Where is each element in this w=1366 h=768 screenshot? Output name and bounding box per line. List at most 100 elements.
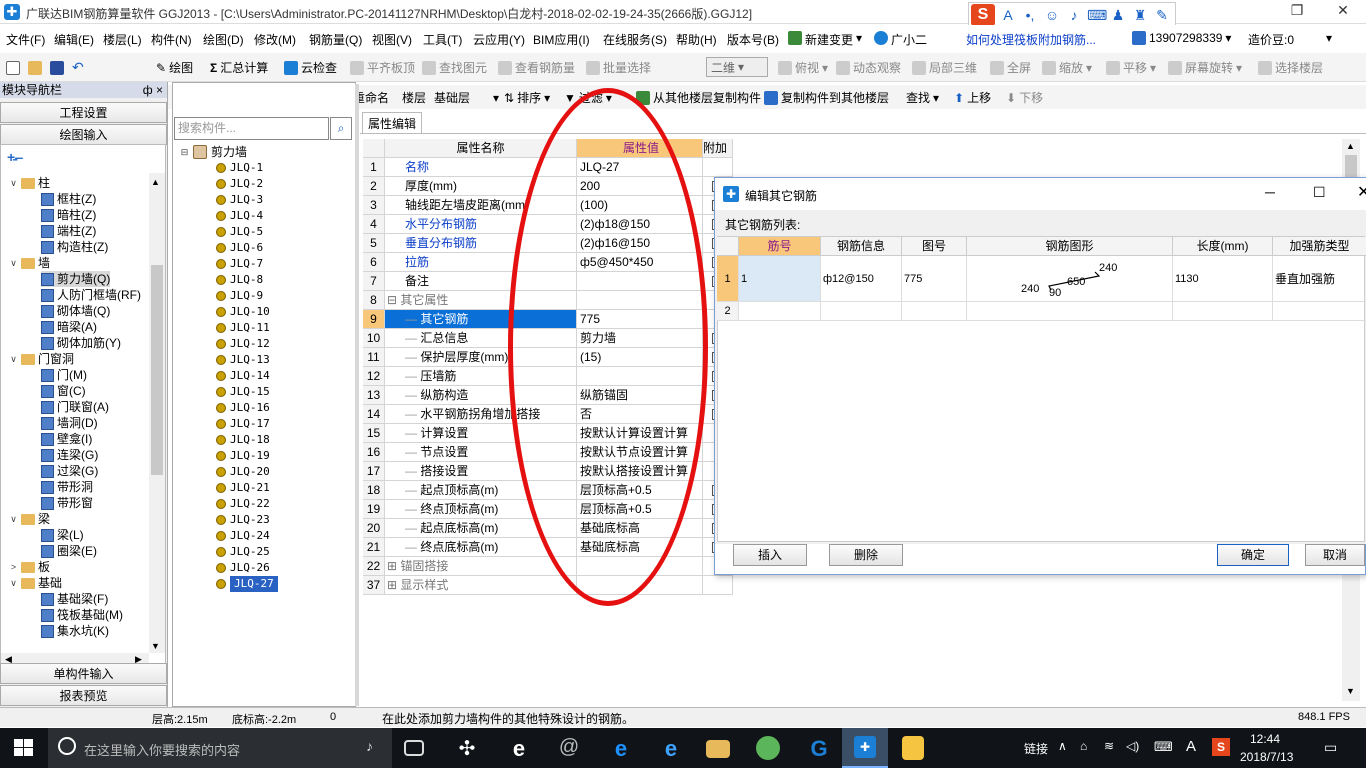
- cancel-button[interactable]: 取消: [1305, 544, 1365, 566]
- property-edit-tab[interactable]: 属性编辑: [362, 112, 422, 134]
- menu-tools[interactable]: 工具(T): [423, 31, 462, 48]
- component-item[interactable]: JLQ-23: [216, 512, 270, 528]
- view-mode-select[interactable]: 二维 ▾: [706, 57, 768, 77]
- component-item[interactable]: JLQ-13: [216, 352, 270, 368]
- component-item[interactable]: JLQ-14: [216, 368, 270, 384]
- tree-item-14[interactable]: 门联窗(A): [41, 399, 109, 415]
- property-name-cell[interactable]: ⊞ 显示样式: [385, 576, 577, 595]
- component-item[interactable]: JLQ-21: [216, 480, 270, 496]
- network-icon[interactable]: ⌂: [1080, 739, 1087, 753]
- component-search-input[interactable]: 搜索构件...: [174, 117, 329, 140]
- tree-item-1[interactable]: 框柱(Z): [41, 191, 96, 207]
- tree-scrollbar[interactable]: ▲ ▼: [149, 173, 165, 653]
- guangxiaoer-button[interactable]: 广小二: [874, 31, 927, 48]
- expand-icon[interactable]: ⊞: [387, 578, 400, 592]
- single-component-input-button[interactable]: 单构件输入: [0, 663, 167, 684]
- user-account[interactable]: 13907298339 ▾: [1132, 31, 1231, 45]
- dialog-delete-button[interactable]: 删除: [829, 544, 903, 566]
- row-1-bar-no[interactable]: 1: [739, 256, 821, 302]
- dialog-minimize-icon[interactable]: ─: [1265, 184, 1275, 200]
- tree-item-26[interactable]: 基础梁(F): [41, 591, 108, 607]
- menu-cloud[interactable]: 云应用(Y): [473, 31, 525, 48]
- tree-item-8[interactable]: 砌体墙(Q): [41, 303, 110, 319]
- tree-item-10[interactable]: 砌体加筋(Y): [41, 335, 121, 351]
- scroll-up-icon[interactable]: ▲: [151, 177, 160, 187]
- tree-item-19[interactable]: 带形洞: [41, 479, 93, 495]
- active-ggj-task[interactable]: ✚: [842, 728, 888, 768]
- ime-a-label[interactable]: A: [1186, 738, 1196, 755]
- menu-version[interactable]: 版本号(B): [727, 31, 779, 48]
- expand-all-icon[interactable]: +̵‒: [7, 149, 23, 165]
- english-mode-icon[interactable]: A: [999, 7, 1017, 23]
- menu-rebar[interactable]: 钢筋量(Q): [309, 31, 362, 48]
- tree-item-4[interactable]: 构造柱(Z): [41, 239, 108, 255]
- shirt-icon[interactable]: ♜: [1131, 7, 1149, 24]
- taskbar-search[interactable]: 在这里输入你要搜索的内容 ♪: [48, 728, 392, 768]
- row-2-reinforce-type[interactable]: [1273, 302, 1366, 321]
- report-preview-button[interactable]: 报表预览: [0, 685, 167, 706]
- row-2-bar-info[interactable]: [821, 302, 902, 321]
- ie-icon[interactable]: e: [506, 736, 532, 761]
- clock-time[interactable]: 12:44: [1250, 732, 1280, 746]
- component-item[interactable]: JLQ-6: [216, 240, 263, 256]
- emoji-icon[interactable]: ☺: [1043, 7, 1061, 23]
- component-item[interactable]: JLQ-27: [216, 576, 278, 592]
- row-2-figure-no[interactable]: [902, 302, 967, 321]
- component-item[interactable]: JLQ-7: [216, 256, 263, 272]
- component-item[interactable]: JLQ-20: [216, 464, 270, 480]
- collapse-icon[interactable]: ∨: [9, 175, 18, 191]
- component-item[interactable]: JLQ-18: [216, 432, 270, 448]
- component-item[interactable]: JLQ-26: [216, 560, 270, 576]
- microphone-icon[interactable]: ♪: [1065, 7, 1083, 23]
- rotate-button[interactable]: 屏幕旋转 ▾: [1168, 59, 1242, 76]
- draw-button[interactable]: ✎ 绘图: [156, 59, 193, 76]
- tree-item-15[interactable]: 墙洞(D): [41, 415, 98, 431]
- tree-item-18[interactable]: 过梁(G): [41, 463, 98, 479]
- more-icon[interactable]: ▾: [1326, 31, 1332, 45]
- tree-item-12[interactable]: 门(M): [41, 367, 87, 383]
- volume-icon[interactable]: ◁): [1126, 739, 1139, 753]
- menu-bim[interactable]: BIM应用(I): [533, 31, 590, 48]
- tree-item-6[interactable]: 剪力墙(Q): [41, 271, 111, 287]
- tree-folder-5[interactable]: ∨ 墙: [9, 255, 50, 271]
- menu-draw[interactable]: 绘图(D): [203, 31, 244, 48]
- select-floor-button[interactable]: 选择楼层: [1258, 59, 1323, 76]
- ok-button[interactable]: 确定: [1217, 544, 1289, 566]
- menu-floor[interactable]: 楼层(L): [103, 31, 142, 48]
- collapse-icon[interactable]: ⊟: [180, 144, 189, 160]
- component-item[interactable]: JLQ-4: [216, 208, 263, 224]
- notification-icon[interactable]: ▭: [1324, 739, 1337, 756]
- scroll-thumb[interactable]: [151, 265, 163, 475]
- collapse-icon[interactable]: ∨: [9, 575, 18, 591]
- component-item[interactable]: JLQ-22: [216, 496, 270, 512]
- row-1-reinforce-type[interactable]: 垂直加强筋: [1273, 256, 1366, 302]
- property-name-cell[interactable]: ⊞ 锚固搭接: [385, 557, 577, 576]
- pin-close-icon[interactable]: ф ×: [143, 82, 163, 98]
- menu-file[interactable]: 文件(F): [6, 31, 45, 48]
- component-item[interactable]: JLQ-9: [216, 288, 263, 304]
- spiral-icon[interactable]: @: [556, 736, 582, 760]
- tree-folder-24[interactable]: > 板: [9, 559, 50, 575]
- component-item[interactable]: JLQ-17: [216, 416, 270, 432]
- sogou-icon[interactable]: S: [971, 4, 995, 26]
- component-item[interactable]: JLQ-8: [216, 272, 263, 288]
- tree-item-23[interactable]: 圈梁(E): [41, 543, 97, 559]
- floor-select[interactable]: 基础层 ▾: [434, 89, 499, 106]
- sum-calc-button[interactable]: Σ 汇总计算: [210, 59, 268, 76]
- guanglianda-icon[interactable]: G: [806, 736, 832, 761]
- windows-start-icon[interactable]: [14, 739, 34, 757]
- batch-select-button[interactable]: 批量选择: [586, 59, 651, 76]
- prop-scroll-down-icon[interactable]: ▼: [1346, 686, 1355, 696]
- tree-item-13[interactable]: 窗(C): [41, 383, 86, 399]
- green-app-icon[interactable]: [756, 736, 780, 760]
- task-view-icon[interactable]: [404, 740, 424, 756]
- dialog-maximize-icon[interactable]: ☐: [1313, 184, 1326, 201]
- file-explorer-icon[interactable]: [706, 740, 730, 758]
- component-item[interactable]: JLQ-24: [216, 528, 270, 544]
- tree-item-2[interactable]: 暗柱(Z): [41, 207, 96, 223]
- project-settings-button[interactable]: 工程设置: [0, 102, 167, 123]
- tree-item-9[interactable]: 暗梁(A): [41, 319, 97, 335]
- insert-button[interactable]: 插入: [733, 544, 807, 566]
- menu-edit[interactable]: 编辑(E): [54, 31, 94, 48]
- row-1-length[interactable]: 1130: [1173, 256, 1273, 302]
